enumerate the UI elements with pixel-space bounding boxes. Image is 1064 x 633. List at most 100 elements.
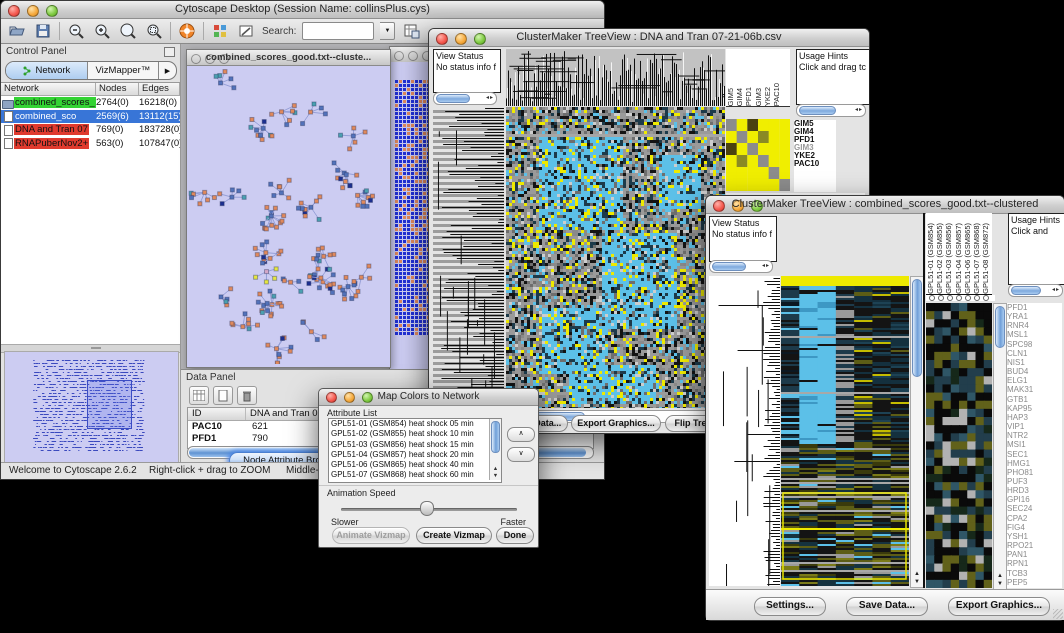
attribute-item[interactable]: GPL51-07 (GSM868) heat shock 60 min xyxy=(329,470,501,480)
gene-label[interactable]: PFD1 xyxy=(1007,303,1062,312)
gene-label[interactable]: GPI16 xyxy=(1007,495,1062,504)
panel-divider[interactable] xyxy=(923,213,925,588)
attribute-select-icon[interactable] xyxy=(189,386,209,405)
save-data-button[interactable]: Save Data... xyxy=(846,597,928,616)
network-row[interactable]: combined_scores_ 2764(0) 16218(0) xyxy=(1,96,180,110)
row-dendrogram[interactable] xyxy=(433,107,504,408)
gene-label[interactable]: RPO21 xyxy=(1007,541,1062,550)
detail-vscrollbar[interactable]: ▲ ▼ xyxy=(993,303,1007,590)
gene-label[interactable]: VIP1 xyxy=(1007,422,1062,431)
gene-label[interactable]: CPA2 xyxy=(1007,514,1062,523)
column-dendrogram[interactable] xyxy=(506,49,725,106)
vizmap-icon[interactable] xyxy=(210,21,230,41)
gene-label[interactable]: PEP5 xyxy=(1007,578,1062,587)
gene-label[interactable]: NTR2 xyxy=(1007,431,1062,440)
gene-label[interactable]: PAN1 xyxy=(1007,550,1062,559)
export-graphics-button[interactable]: Export Graphics... xyxy=(571,415,661,432)
gene-label[interactable]: GTB1 xyxy=(1007,395,1062,404)
view-status-scrollbar[interactable]: ◂▸ xyxy=(433,92,497,105)
close-button[interactable] xyxy=(394,51,404,61)
detail-heatmap[interactable] xyxy=(726,119,790,191)
network-view-window-1[interactable]: combined_scores_good.txt--cluste... xyxy=(186,49,391,368)
gene-label[interactable]: YRA1 xyxy=(1007,312,1062,321)
import-table-icon[interactable] xyxy=(401,21,421,41)
annotation-icon[interactable] xyxy=(236,21,256,41)
usage-hints-scrollbar[interactable]: ◂▸ xyxy=(1008,284,1063,297)
done-button[interactable]: Done xyxy=(496,527,534,544)
attribute-item[interactable]: GPL51-01 (GSM854) heat shock 05 min xyxy=(329,419,501,429)
gene-label[interactable]: RPN1 xyxy=(1007,559,1062,568)
gene-label[interactable]: MON2 xyxy=(1007,587,1062,588)
gene-label[interactable]: TCB3 xyxy=(1007,569,1062,578)
export-graphics-button[interactable]: Export Graphics... xyxy=(948,597,1050,616)
usage-hints-scrollbar[interactable]: ◂▸ xyxy=(796,104,866,117)
attribute-list[interactable]: GPL51-01 (GSM854) heat shock 05 minGPL51… xyxy=(328,418,502,483)
network-overview-thumbnail[interactable] xyxy=(4,351,179,463)
detail-heatmap[interactable] xyxy=(926,303,992,588)
tab-vizmapper[interactable]: VizMapper™ xyxy=(88,62,159,79)
treeview1-titlebar[interactable]: ClusterMaker TreeView : DNA and Tran 07-… xyxy=(429,29,869,47)
create-vizmap-button[interactable]: Create Vizmap xyxy=(416,527,492,544)
animate-vizmap-button[interactable]: Animate Vizmap xyxy=(332,527,410,544)
tab-network[interactable]: Network xyxy=(6,62,88,79)
gene-label[interactable]: BUD4 xyxy=(1007,367,1062,376)
network-row[interactable]: combined_sco 2569(6) 13112(15) xyxy=(1,110,180,124)
row-dendrogram[interactable] xyxy=(709,276,780,586)
gene-label[interactable]: KAP95 xyxy=(1007,404,1062,413)
delete-attribute-icon[interactable] xyxy=(237,386,257,405)
gene-label[interactable]: MSI1 xyxy=(1007,440,1062,449)
zoom-selected-icon[interactable] xyxy=(144,21,164,41)
global-heatmap[interactable] xyxy=(506,107,725,408)
save-icon[interactable] xyxy=(33,21,53,41)
gene-label[interactable]: SEC24 xyxy=(1007,504,1062,513)
new-attribute-icon[interactable] xyxy=(213,386,233,405)
gene-label[interactable]: MAK31 xyxy=(1007,385,1062,394)
attribute-item[interactable]: GPL51-02 (GSM855) heat shock 10 min xyxy=(329,429,501,439)
zoom-in-icon[interactable] xyxy=(92,21,112,41)
cytoscape-titlebar[interactable]: Cytoscape Desktop (Session Name: collins… xyxy=(1,1,604,19)
zoom-fit-icon[interactable] xyxy=(118,21,138,41)
help-lifesaver-icon[interactable] xyxy=(177,21,197,41)
gene-label[interactable]: SPC98 xyxy=(1007,340,1062,349)
minimize-button[interactable] xyxy=(408,51,418,61)
treeview2-titlebar[interactable]: ClusterMaker TreeView : combined_scores_… xyxy=(706,196,1064,214)
dialog-titlebar[interactable]: Map Colors to Network xyxy=(319,389,538,406)
gene-label[interactable]: MSL1 xyxy=(1007,330,1062,339)
gene-label[interactable]: YSH1 xyxy=(1007,532,1062,541)
close-button[interactable] xyxy=(191,54,201,64)
zoom-out-icon[interactable] xyxy=(66,21,86,41)
network-canvas[interactable] xyxy=(188,66,387,364)
col-network[interactable]: Network xyxy=(1,83,96,96)
col-id[interactable]: ID xyxy=(188,408,246,420)
heatmap-vscrollbar[interactable]: ▲ ▼ xyxy=(910,276,924,588)
global-heatmap[interactable] xyxy=(781,276,909,586)
gene-label[interactable]: FIG4 xyxy=(1007,523,1062,532)
minimize-button[interactable] xyxy=(205,54,215,64)
network-row[interactable]: RNAPuberNov2+ 563(0) 107847(0) xyxy=(1,137,180,151)
zoom-button[interactable] xyxy=(219,54,229,64)
view-status-scrollbar[interactable]: ◂▸ xyxy=(709,260,773,273)
search-input[interactable] xyxy=(302,22,374,40)
gene-label[interactable]: CLN1 xyxy=(1007,349,1062,358)
gene-label[interactable]: NIS1 xyxy=(1007,358,1062,367)
resize-grip[interactable] xyxy=(1053,609,1063,619)
gene-label[interactable]: HMG1 xyxy=(1007,459,1062,468)
col-edges[interactable]: Edges xyxy=(139,83,180,96)
move-up-button[interactable]: ∧ xyxy=(507,427,535,442)
animation-speed-slider-thumb[interactable] xyxy=(420,501,434,516)
gene-label[interactable]: HRD3 xyxy=(1007,486,1062,495)
float-panel-icon[interactable] xyxy=(164,47,175,57)
attribute-item[interactable]: GPL51-04 (GSM857) heat shock 20 min xyxy=(329,450,501,460)
open-icon[interactable] xyxy=(7,21,27,41)
gene-label[interactable]: PUF3 xyxy=(1007,477,1062,486)
attribute-list-scrollbar[interactable]: ▲ ▼ xyxy=(489,419,501,480)
tab-overflow-icon[interactable]: ▶ xyxy=(159,62,176,79)
settings-button[interactable]: Settings... xyxy=(754,597,826,616)
move-down-button[interactable]: ∨ xyxy=(507,447,535,462)
gene-label[interactable]: HAP3 xyxy=(1007,413,1062,422)
attribute-item[interactable]: GPL51-03 (GSM856) heat shock 15 min xyxy=(329,440,501,450)
col-nodes[interactable]: Nodes xyxy=(96,83,139,96)
search-dropdown-icon[interactable]: ▼ xyxy=(380,22,395,40)
gene-label[interactable]: SEC1 xyxy=(1007,450,1062,459)
attribute-item[interactable]: GPL51-06 (GSM865) heat shock 40 min xyxy=(329,460,501,470)
